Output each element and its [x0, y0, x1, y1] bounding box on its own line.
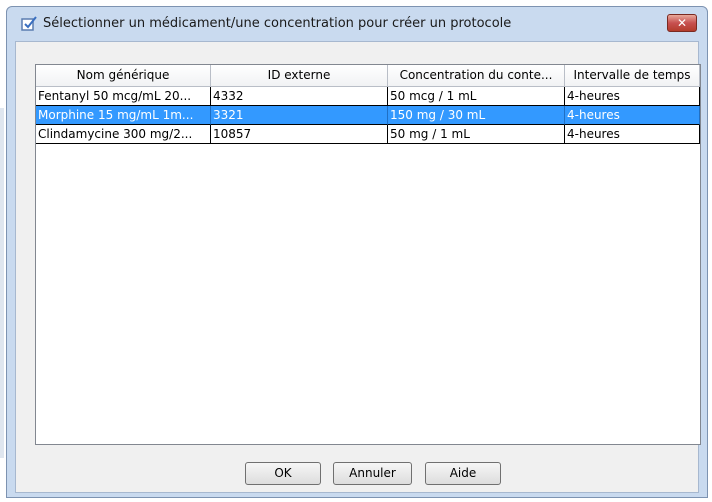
cell-time-interval: 4-heures: [565, 87, 700, 106]
cell-external-id: 3321: [211, 106, 388, 125]
help-button[interactable]: Aide: [425, 462, 501, 485]
cell-concentration: 50 mg / 1 mL: [388, 125, 565, 144]
title-bar[interactable]: Sélectionner un médicament/une concentra…: [7, 7, 707, 41]
cell-external-id: 10857: [211, 125, 388, 144]
column-header-time-interval[interactable]: Intervalle de temps: [565, 65, 700, 87]
table-row-selected[interactable]: Morphine 15 mg/mL 1m... 3321 150 mg / 30…: [36, 106, 700, 125]
cell-generic-name: Clindamycine 300 mg/2...: [36, 125, 211, 144]
close-button[interactable]: ✕: [667, 14, 697, 32]
cell-time-interval: 4-heures: [565, 125, 700, 144]
dialog-body: Nom générique ID externe Concentration d…: [15, 41, 701, 493]
ok-button[interactable]: OK: [245, 462, 321, 485]
cell-generic-name: Morphine 15 mg/mL 1m...: [36, 106, 211, 125]
column-header-external-id[interactable]: ID externe: [211, 65, 388, 87]
background-edge: [0, 108, 4, 458]
dialog-window: Sélectionner un médicament/une concentra…: [6, 6, 708, 498]
cell-concentration: 150 mg / 30 mL: [388, 106, 565, 125]
cell-generic-name: Fentanyl 50 mcg/mL 20...: [36, 87, 211, 106]
cancel-button[interactable]: Annuler: [333, 462, 412, 485]
cell-time-interval: 4-heures: [565, 106, 700, 125]
column-header-concentration[interactable]: Concentration du conte...: [388, 65, 565, 87]
window-title: Sélectionner un médicament/une concentra…: [43, 16, 512, 31]
app-icon: [21, 16, 37, 31]
cell-concentration: 50 mcg / 1 mL: [388, 87, 565, 106]
column-header-generic-name[interactable]: Nom générique: [36, 65, 211, 87]
table-row[interactable]: Fentanyl 50 mcg/mL 20... 4332 50 mcg / 1…: [36, 87, 700, 106]
table-row[interactable]: Clindamycine 300 mg/2... 10857 50 mg / 1…: [36, 125, 700, 144]
table-header-row: Nom générique ID externe Concentration d…: [36, 65, 700, 87]
medication-table: Nom générique ID externe Concentration d…: [35, 64, 701, 445]
close-icon: ✕: [676, 16, 688, 30]
cell-external-id: 4332: [211, 87, 388, 106]
button-bar: OK Annuler Aide: [16, 462, 698, 490]
